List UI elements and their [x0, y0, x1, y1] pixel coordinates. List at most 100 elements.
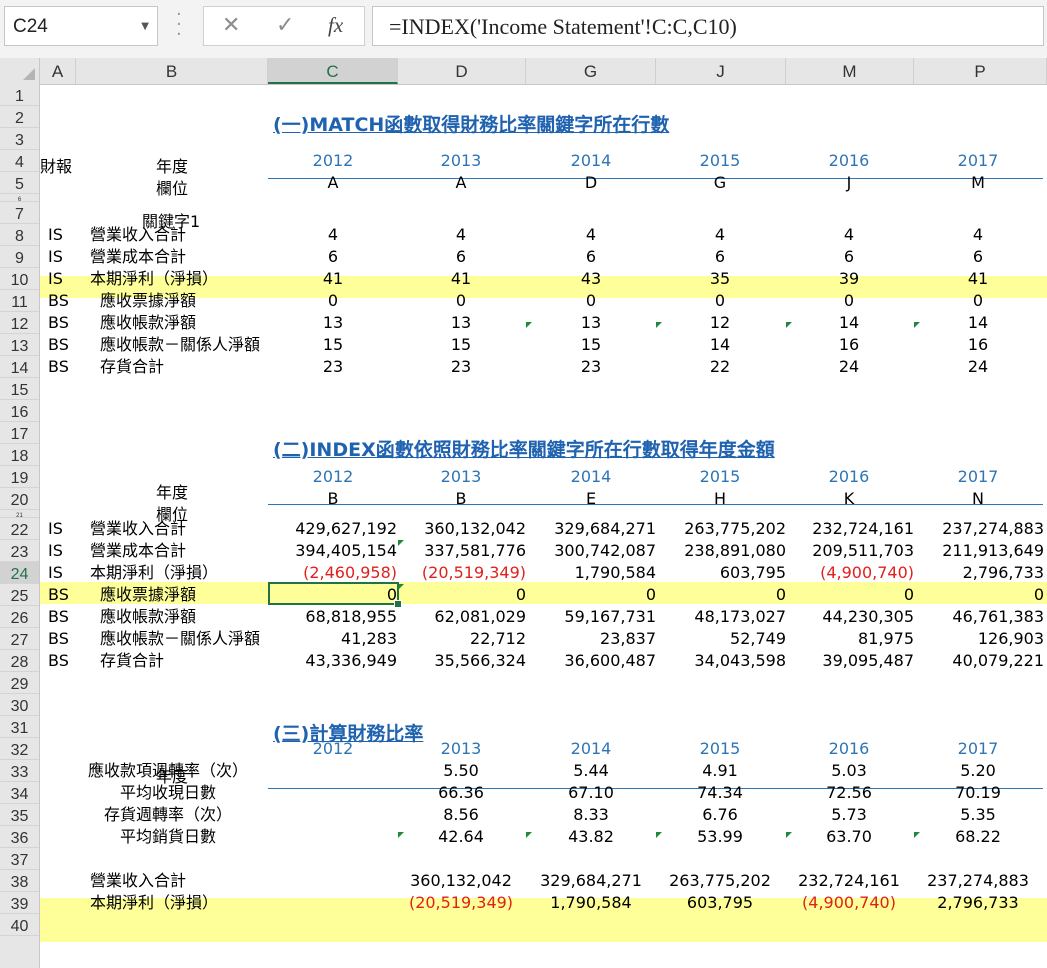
error-indicator-icon[interactable] — [398, 832, 404, 838]
row-header-15[interactable]: 15 — [0, 378, 39, 400]
ratio-value[interactable]: 5.73 — [799, 805, 899, 825]
summary-value[interactable]: 603,795 — [655, 893, 785, 913]
value-cell[interactable]: 59,167,731 — [526, 607, 656, 627]
value-cell[interactable]: 429,627,192 — [267, 519, 397, 539]
row-header-6[interactable]: 6 — [0, 194, 39, 203]
summary-value[interactable]: 329,684,271 — [526, 871, 656, 891]
row-header-39[interactable]: 39 — [0, 892, 39, 914]
ratio-value[interactable]: 5.20 — [928, 761, 1028, 781]
summary-value[interactable]: 232,724,161 — [784, 871, 914, 891]
summary-value[interactable]: (4,900,740) — [784, 893, 914, 913]
column-header-a[interactable]: A — [40, 58, 76, 84]
row-header-9[interactable]: 9 — [0, 246, 39, 268]
error-indicator-icon[interactable] — [656, 832, 662, 838]
value-cell[interactable]: 300,742,087 — [526, 541, 656, 561]
value-cell[interactable]: 15 — [283, 335, 383, 355]
row-header-38[interactable]: 38 — [0, 870, 39, 892]
value-cell[interactable]: 211,913,649 — [914, 541, 1044, 561]
value-cell[interactable]: 232,724,161 — [784, 519, 914, 539]
value-cell[interactable]: 41,283 — [267, 629, 397, 649]
value-cell[interactable]: 46,761,383 — [914, 607, 1044, 627]
ratio-value[interactable]: 70.19 — [928, 783, 1028, 803]
value-cell[interactable]: 329,684,271 — [526, 519, 656, 539]
row-header-40[interactable]: 40 — [0, 914, 39, 936]
value-cell[interactable]: 22,712 — [396, 629, 526, 649]
row-header-25[interactable]: 25 — [0, 584, 39, 606]
value-cell[interactable]: 13 — [541, 313, 641, 333]
ratio-value[interactable]: 43.82 — [541, 827, 641, 847]
ratio-value[interactable]: 5.03 — [799, 761, 899, 781]
value-cell[interactable]: 4 — [928, 225, 1028, 245]
row-header-30[interactable]: 30 — [0, 694, 39, 716]
row-header-37[interactable]: 37 — [0, 848, 39, 870]
value-cell[interactable]: 62,081,029 — [396, 607, 526, 627]
error-indicator-icon[interactable] — [786, 832, 792, 838]
row-header-1[interactable]: 1 — [0, 84, 39, 106]
enter-icon[interactable]: ✓ — [276, 13, 294, 38]
row-header-36[interactable]: 36 — [0, 826, 39, 848]
row-header-24[interactable]: 24 — [0, 562, 39, 584]
value-cell[interactable]: 39 — [799, 269, 899, 289]
row-header-5[interactable]: 5 — [0, 172, 39, 194]
value-cell[interactable]: 0 — [799, 291, 899, 311]
value-cell[interactable]: 0 — [670, 291, 770, 311]
drag-handle-icon[interactable]: · · · — [176, 6, 182, 44]
name-box[interactable]: C24 ▼ — [4, 6, 158, 46]
value-cell[interactable]: 35 — [670, 269, 770, 289]
value-cell[interactable]: 2,796,733 — [914, 563, 1044, 583]
value-cell[interactable]: 14 — [670, 335, 770, 355]
value-cell[interactable]: 16 — [928, 335, 1028, 355]
column-header-m[interactable]: M — [786, 58, 914, 84]
ratio-value[interactable]: 72.56 — [799, 783, 899, 803]
row-header-10[interactable]: 10 — [0, 268, 39, 290]
value-cell[interactable]: 23,837 — [526, 629, 656, 649]
ratio-value[interactable]: 42.64 — [411, 827, 511, 847]
error-indicator-icon[interactable] — [656, 322, 662, 328]
value-cell[interactable]: 24 — [799, 357, 899, 377]
value-cell[interactable]: 41 — [411, 269, 511, 289]
value-cell[interactable]: 6 — [670, 247, 770, 267]
column-header-b[interactable]: B — [76, 58, 268, 84]
value-cell[interactable]: (4,900,740) — [784, 563, 914, 583]
value-cell[interactable]: 23 — [283, 357, 383, 377]
row-header-27[interactable]: 27 — [0, 628, 39, 650]
value-cell[interactable]: 22 — [670, 357, 770, 377]
value-cell[interactable]: 4 — [799, 225, 899, 245]
row-header-29[interactable]: 29 — [0, 672, 39, 694]
value-cell[interactable]: (2,460,958) — [267, 563, 397, 583]
value-cell[interactable]: 52,749 — [656, 629, 786, 649]
ratio-value[interactable]: 66.36 — [411, 783, 511, 803]
row-header-32[interactable]: 32 — [0, 738, 39, 760]
cancel-icon[interactable]: ✕ — [222, 13, 240, 38]
summary-value[interactable]: 360,132,042 — [396, 871, 526, 891]
value-cell[interactable]: 13 — [283, 313, 383, 333]
value-cell[interactable]: 12 — [670, 313, 770, 333]
error-indicator-icon[interactable] — [526, 322, 532, 328]
value-cell[interactable]: 238,891,080 — [656, 541, 786, 561]
value-cell[interactable]: 603,795 — [656, 563, 786, 583]
value-cell[interactable]: 0 — [928, 291, 1028, 311]
value-cell[interactable]: 40,079,221 — [914, 651, 1044, 671]
row-header-17[interactable]: 17 — [0, 422, 39, 444]
row-header-22[interactable]: 22 — [0, 518, 39, 540]
value-cell[interactable]: 360,132,042 — [396, 519, 526, 539]
value-cell[interactable]: 237,274,883 — [914, 519, 1044, 539]
ratio-value[interactable]: 4.91 — [670, 761, 770, 781]
error-indicator-icon[interactable] — [914, 322, 920, 328]
value-cell[interactable]: 43 — [541, 269, 641, 289]
ratio-value[interactable]: 74.34 — [670, 783, 770, 803]
chevron-down-icon[interactable]: ▼ — [141, 21, 149, 32]
value-cell[interactable]: 15 — [411, 335, 511, 355]
value-cell[interactable]: 6 — [928, 247, 1028, 267]
row-header-12[interactable]: 12 — [0, 312, 39, 334]
row-header-18[interactable]: 18 — [0, 444, 39, 466]
row-header-35[interactable]: 35 — [0, 804, 39, 826]
ratio-value[interactable]: 5.35 — [928, 805, 1028, 825]
value-cell[interactable]: 16 — [799, 335, 899, 355]
value-cell[interactable]: 337,581,776 — [396, 541, 526, 561]
value-cell[interactable]: 394,405,154 — [267, 541, 397, 561]
value-cell[interactable]: 4 — [541, 225, 641, 245]
column-header-g[interactable]: G — [526, 58, 656, 84]
row-header-14[interactable]: 14 — [0, 356, 39, 378]
value-cell[interactable]: 0 — [396, 585, 526, 605]
